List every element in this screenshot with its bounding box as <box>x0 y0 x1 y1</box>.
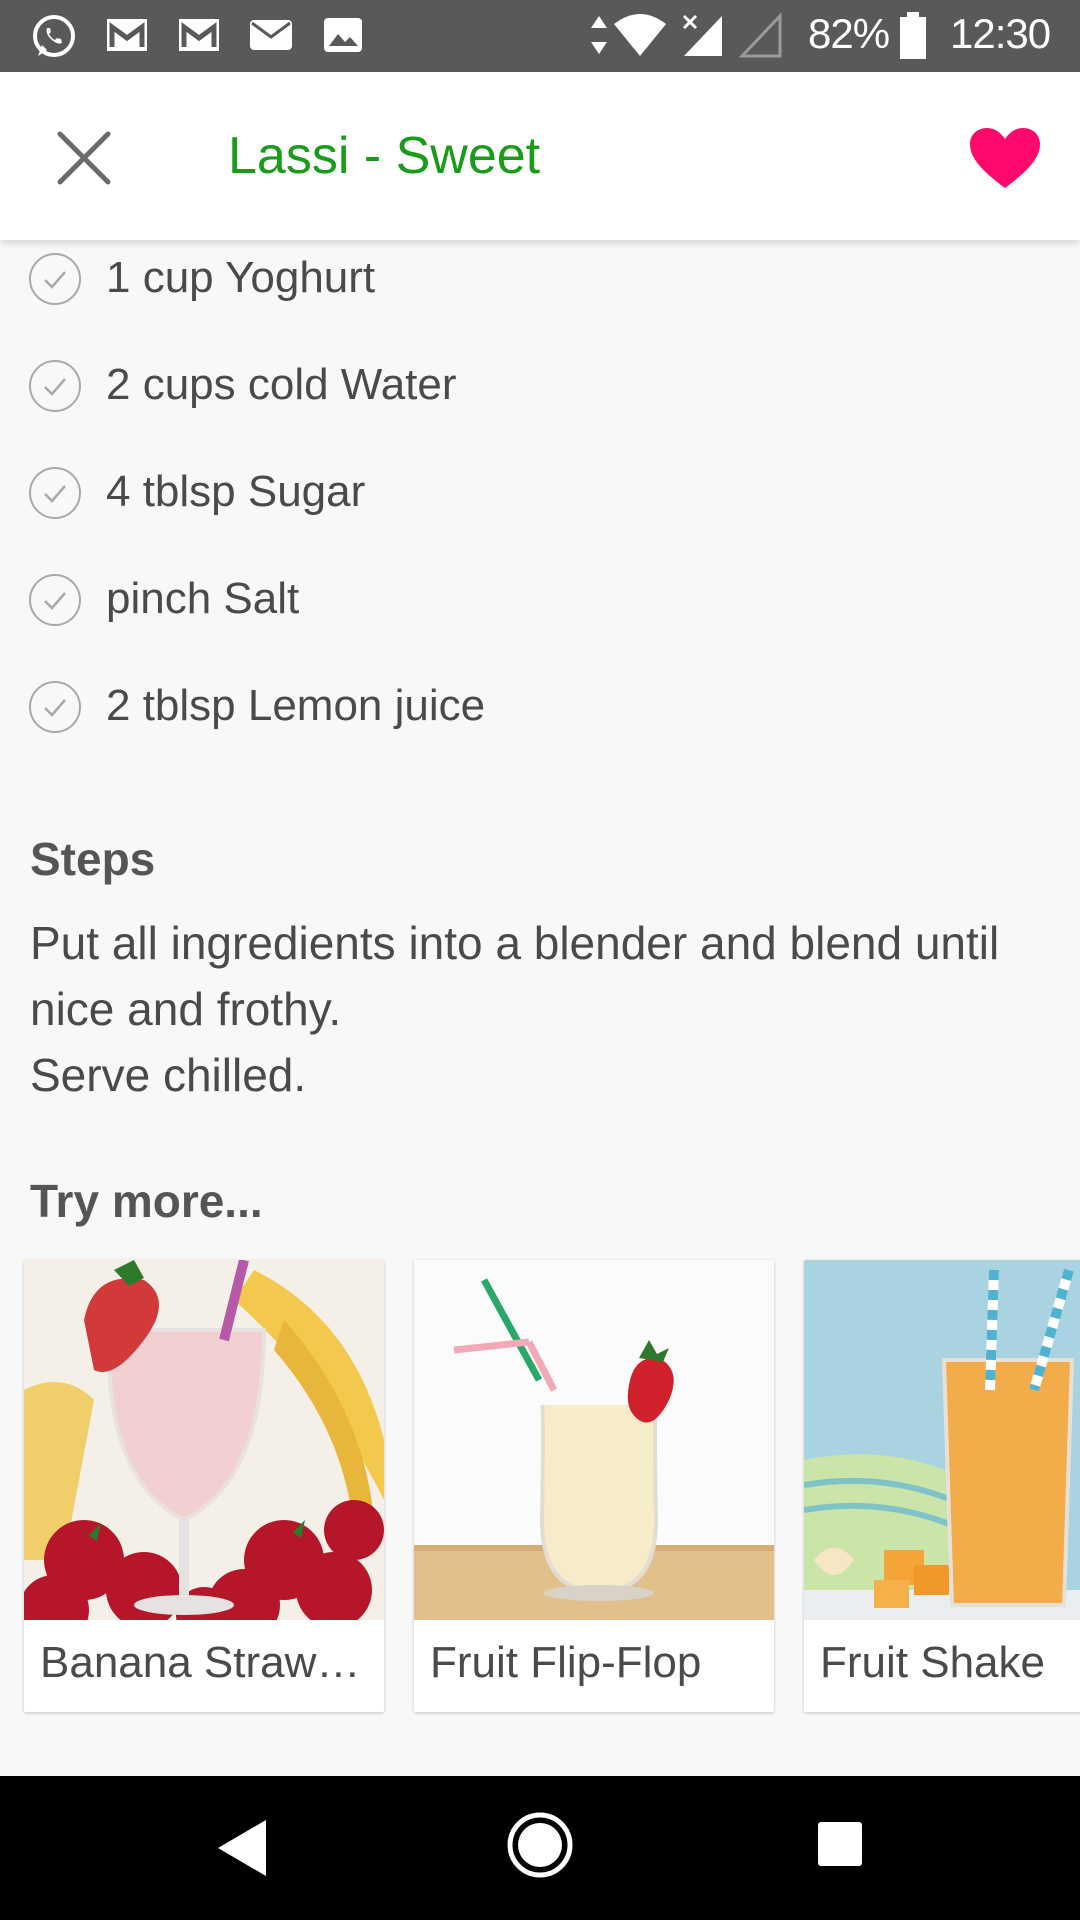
ingredient-text: pinch Salt <box>106 574 300 623</box>
steps-heading: Steps <box>30 833 156 885</box>
banana-strawberry-smoothie-image <box>24 1260 384 1620</box>
data-arrows-icon <box>591 16 607 54</box>
signal-empty-icon <box>738 12 782 58</box>
ingredient-item[interactable]: pinch Salt <box>0 573 1080 669</box>
check-circle-icon[interactable] <box>28 252 82 306</box>
recipe-content: 1 cup Yoghurt 2 cups cold Water 4 tblsp … <box>0 240 1080 1776</box>
page-title: Lassi - Sweet <box>228 127 541 185</box>
ingredient-item[interactable]: 2 cups cold Water <box>0 359 1080 455</box>
steps-text: Put all ingredients into a blender and b… <box>30 917 1000 1101</box>
home-icon[interactable] <box>505 1810 575 1880</box>
card-label: Fruit Shake <box>820 1638 1045 1687</box>
check-circle-icon[interactable] <box>28 359 82 413</box>
whatsapp-icon <box>33 15 75 57</box>
card-label: Banana Strawberry Smoothie <box>40 1638 370 1687</box>
ingredient-text: 2 tblsp Lemon juice <box>106 681 486 730</box>
gallery-icon <box>324 18 362 52</box>
check-circle-icon[interactable] <box>28 466 82 520</box>
back-icon[interactable] <box>212 1816 272 1880</box>
fruit-flip-flop-image <box>414 1260 774 1620</box>
ingredient-item[interactable]: 2 tblsp Lemon juice <box>0 680 1080 776</box>
wifi-icon <box>614 14 666 56</box>
close-button[interactable] <box>50 124 118 192</box>
check-circle-icon[interactable] <box>28 680 82 734</box>
fruit-shake-image <box>804 1260 1080 1620</box>
try-more-heading: Try more... <box>30 1175 263 1227</box>
favorite-heart-icon[interactable] <box>968 126 1042 192</box>
ingredient-text: 4 tblsp Sugar <box>106 467 366 516</box>
gmail-icon <box>107 19 147 51</box>
navigation-bar <box>0 1776 1080 1920</box>
ingredient-text: 2 cups cold Water <box>106 360 457 409</box>
signal-icon <box>682 14 722 56</box>
battery-percentage: 82% <box>808 10 890 57</box>
clock: 12:30 <box>950 10 1051 57</box>
gmail-icon <box>179 19 219 51</box>
ingredient-text: 1 cup Yoghurt <box>106 253 376 302</box>
mail-icon <box>250 20 292 50</box>
ingredient-item[interactable]: 1 cup Yoghurt <box>0 252 1080 348</box>
recipe-card[interactable]: Banana Strawberry Smoothie <box>24 1260 384 1712</box>
recipe-card[interactable]: Fruit Shake <box>804 1260 1080 1712</box>
card-label: Fruit Flip-Flop <box>430 1638 702 1687</box>
status-bar: 82% 12:30 <box>0 0 1080 72</box>
ingredient-item[interactable]: 4 tblsp Sugar <box>0 466 1080 562</box>
recipe-card[interactable]: Fruit Flip-Flop <box>414 1260 774 1712</box>
check-circle-icon[interactable] <box>28 573 82 627</box>
toolbar: Lassi - Sweet <box>0 72 1080 240</box>
recents-icon[interactable] <box>816 1820 864 1868</box>
battery-icon <box>900 12 926 59</box>
